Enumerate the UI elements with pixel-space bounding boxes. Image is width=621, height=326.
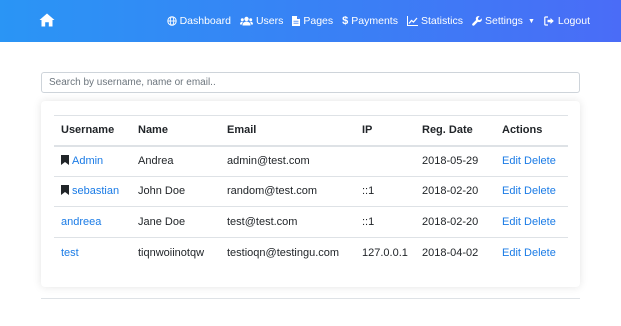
- cell-ip: ::1: [355, 206, 415, 237]
- header-ip: IP: [355, 115, 415, 147]
- cell-reg-date: 2018-02-20: [415, 175, 495, 207]
- nav-pages[interactable]: Pages: [292, 15, 333, 27]
- nav-settings-label: Settings: [484, 15, 523, 27]
- table-row: Admin Andrea admin@test.com 2018-05-29 E…: [54, 146, 568, 177]
- cell-username: test: [54, 236, 131, 268]
- users-icon: [239, 16, 253, 26]
- edit-link[interactable]: Edit: [502, 216, 521, 228]
- table-row: andreea Jane Doe test@test.com ::1 2018-…: [54, 206, 568, 237]
- nav-dashboard[interactable]: Dashboard: [166, 15, 231, 27]
- nav-settings[interactable]: Settings ▼: [472, 15, 535, 27]
- cell-email: random@test.com: [220, 175, 355, 207]
- file-icon: [292, 16, 301, 26]
- username-link[interactable]: test: [61, 247, 79, 259]
- dollar-icon: $: [342, 15, 349, 27]
- nav-users[interactable]: Users: [239, 15, 284, 27]
- wrench-icon: [472, 16, 482, 26]
- sign-out-icon: [544, 16, 555, 26]
- cell-email: test@test.com: [220, 206, 355, 237]
- cell-ip: [355, 146, 415, 177]
- edit-link[interactable]: Edit: [502, 247, 521, 259]
- chevron-down-icon: ▼: [527, 17, 535, 25]
- delete-link[interactable]: Delete: [524, 247, 556, 259]
- cell-reg-date: 2018-04-02: [415, 236, 495, 268]
- cell-email: admin@test.com: [227, 155, 310, 167]
- cell-username: andreea: [54, 206, 131, 237]
- cell-username: sebastian: [54, 175, 131, 207]
- users-card: Username Name Email IP Reg. Date Actions…: [41, 101, 580, 287]
- nav-dashboard-label: Dashboard: [179, 15, 231, 27]
- cell-actions: Edit Delete: [495, 146, 568, 177]
- nav-statistics[interactable]: Statistics: [406, 15, 463, 27]
- cell-name: John Doe: [131, 175, 220, 207]
- username-link[interactable]: sebastian: [72, 185, 119, 197]
- header-username: Username: [54, 115, 131, 147]
- nav-logout[interactable]: Logout: [544, 15, 590, 27]
- cell-username: Admin: [54, 146, 131, 177]
- nav-statistics-label: Statistics: [420, 15, 463, 27]
- cell-ip: 127.0.0.1: [355, 236, 415, 268]
- header-actions: Actions: [495, 115, 568, 147]
- delete-link[interactable]: Delete: [524, 216, 556, 228]
- edit-link[interactable]: Edit: [502, 185, 521, 197]
- username-link[interactable]: Admin: [72, 155, 103, 167]
- divider: [41, 298, 580, 299]
- nav-users-label: Users: [255, 15, 284, 27]
- cell-reg-date: 2018-05-29: [422, 155, 479, 167]
- cell-name: Andrea: [138, 155, 174, 167]
- chart-icon: [406, 16, 418, 26]
- nav-payments[interactable]: $ Payments: [342, 15, 398, 27]
- cell-actions: Edit Delete: [495, 175, 568, 207]
- main-nav: Dashboard Users Pages $ Payments Statist…: [166, 0, 590, 42]
- table-row: sebastian John Doe random@test.com ::1 2…: [54, 175, 568, 207]
- delete-link[interactable]: Delete: [524, 155, 556, 167]
- bookmark-icon: [61, 184, 69, 198]
- users-table: Username Name Email IP Reg. Date Actions…: [54, 115, 568, 268]
- header-email: Email: [220, 115, 355, 147]
- cell-reg-date: 2018-02-20: [415, 206, 495, 237]
- edit-link[interactable]: Edit: [502, 155, 521, 167]
- cell-actions: Edit Delete: [495, 206, 568, 237]
- nav-pages-label: Pages: [303, 15, 334, 27]
- delete-link[interactable]: Delete: [524, 185, 556, 197]
- bookmark-icon: [61, 154, 69, 168]
- header-name: Name: [131, 115, 220, 147]
- cell-name: Jane Doe: [131, 206, 220, 237]
- table-row: test tiqnwoiinotqw testioqn@testingu.com…: [54, 236, 568, 268]
- nav-logout-label: Logout: [557, 15, 590, 27]
- cell-name: tiqnwoiinotqw: [131, 236, 220, 268]
- table-header-row: Username Name Email IP Reg. Date Actions: [54, 115, 568, 147]
- username-link[interactable]: andreea: [61, 216, 101, 228]
- globe-icon: [166, 16, 177, 26]
- cell-actions: Edit Delete: [495, 236, 568, 268]
- header-reg-date: Reg. Date: [415, 115, 495, 147]
- navbar: Dashboard Users Pages $ Payments Statist…: [0, 0, 621, 42]
- home-icon[interactable]: [39, 13, 55, 27]
- nav-payments-label: Payments: [351, 15, 398, 27]
- cell-ip: ::1: [355, 175, 415, 207]
- search-input[interactable]: [41, 72, 580, 93]
- cell-email: testioqn@testingu.com: [220, 236, 355, 268]
